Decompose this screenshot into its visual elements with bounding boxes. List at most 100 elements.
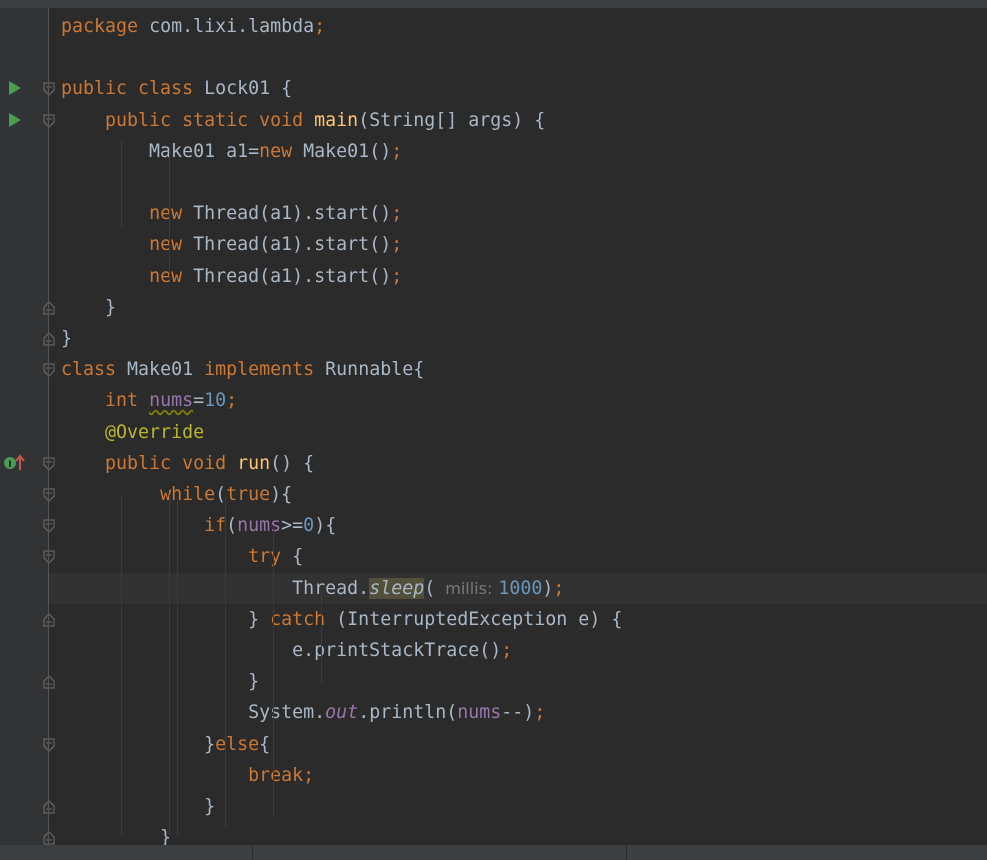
code-text: package com.lixi.lambda;: [61, 11, 325, 42]
implements-method-icon[interactable]: I: [2, 454, 26, 472]
code-token: main: [314, 109, 359, 131]
code-line[interactable]: int nums=10;: [49, 385, 987, 416]
keyword-token: catch: [270, 608, 337, 630]
code-line[interactable]: class Make01 implements Runnable{: [49, 354, 987, 385]
horizontal-scrollbar[interactable]: [0, 845, 987, 860]
code-token: --): [501, 702, 535, 724]
code-token: Lock01 {: [204, 78, 293, 100]
code-line[interactable]: }: [49, 323, 987, 354]
code-token: (String[] args) {: [358, 109, 546, 131]
code-text: public static void main(String[] args) {: [61, 105, 545, 136]
code-token: run: [237, 452, 271, 474]
code-token: Thread(a1).start(): [193, 234, 392, 256]
code-text: int nums=10;: [61, 385, 237, 416]
code-token: (InterruptedException e) {: [336, 608, 623, 630]
code-line[interactable]: } catch (InterruptedException e) {: [49, 604, 987, 635]
keyword-token: ;: [226, 390, 238, 412]
code-line[interactable]: if(nums>=0){: [49, 510, 987, 541]
editor-gutter[interactable]: I: [0, 8, 55, 845]
code-line[interactable]: Make01 a1=new Make01();: [49, 136, 987, 167]
code-line[interactable]: public void run() {: [49, 448, 987, 479]
code-token: () {: [270, 452, 315, 474]
code-text: } catch (InterruptedException e) {: [61, 604, 622, 635]
code-line[interactable]: }else{: [49, 729, 987, 760]
code-token: Make01(): [303, 140, 392, 162]
scrollbar-divider: [252, 845, 253, 860]
code-text: public void run() {: [61, 448, 314, 479]
code-token: (: [226, 515, 238, 537]
code-line[interactable]: [49, 42, 987, 73]
code-line[interactable]: while(true){: [49, 479, 987, 510]
top-tab-bar: [0, 0, 987, 8]
code-token: =: [193, 390, 205, 412]
code-editor[interactable]: package com.lixi.lambda; public class Loc…: [49, 8, 987, 848]
keyword-token: public void: [105, 452, 238, 474]
code-token: {: [259, 733, 271, 755]
code-text: @Override: [61, 417, 204, 448]
indent-guide: [121, 140, 122, 228]
indent-guide: [169, 150, 170, 280]
code-line[interactable]: }: [49, 791, 987, 822]
keyword-token: new: [259, 140, 304, 162]
code-token: Thread(a1).start(): [193, 265, 392, 287]
code-token: }: [61, 671, 260, 693]
keyword-token: break;: [248, 764, 315, 786]
keyword-token: public class: [61, 78, 205, 100]
code-token: >=: [281, 515, 304, 537]
code-line[interactable]: e.printStackTrace();: [49, 635, 987, 666]
run-icon[interactable]: [9, 81, 21, 96]
code-token: Make01 a1=: [61, 140, 260, 162]
keyword-token: try: [248, 546, 293, 568]
code-token: ): [542, 577, 554, 599]
code-token: ){: [314, 515, 337, 537]
code-text: System.out.println(nums--);: [61, 697, 545, 728]
keyword-token: ;: [314, 16, 326, 37]
code-line[interactable]: @Override: [49, 417, 987, 448]
indent-guide: [177, 500, 178, 835]
code-token: 0: [303, 515, 315, 537]
code-line[interactable]: break;: [49, 760, 987, 791]
code-line[interactable]: }: [49, 292, 987, 323]
code-token: }: [61, 796, 216, 817]
code-line[interactable]: Thread.sleep(millis: 1000);: [49, 572, 987, 604]
code-line[interactable]: public class Lock01 {: [49, 73, 987, 104]
code-text: break;: [61, 760, 314, 791]
code-token: ){: [270, 484, 293, 505]
code-token: @Override: [105, 421, 205, 443]
code-token: Thread(a1).start(): [193, 203, 392, 225]
code-text: public class Lock01 {: [61, 73, 292, 104]
keyword-token: if: [204, 515, 227, 537]
code-text: new Thread(a1).start();: [61, 261, 402, 292]
keyword-token: ;: [391, 203, 403, 225]
code-text: new Thread(a1).start();: [61, 198, 402, 229]
code-line[interactable]: new Thread(a1).start();: [49, 198, 987, 229]
keyword-token: new: [149, 265, 194, 287]
code-token: }: [61, 328, 73, 349]
code-line[interactable]: new Thread(a1).start();: [49, 229, 987, 260]
code-text: class Make01 implements Runnable{: [61, 354, 424, 385]
code-token: }: [61, 733, 216, 755]
code-line[interactable]: System.out.println(nums--);: [49, 697, 987, 728]
code-text: }: [61, 323, 72, 354]
code-line[interactable]: [49, 167, 987, 198]
run-icon[interactable]: [9, 112, 21, 127]
keyword-token: public static void: [105, 109, 315, 131]
keyword-token: ;: [501, 640, 513, 661]
code-line[interactable]: new Thread(a1).start();: [49, 261, 987, 292]
code-line[interactable]: public static void main(String[] args) {: [49, 105, 987, 136]
code-token: {: [292, 546, 304, 568]
code-line[interactable]: package com.lixi.lambda;: [49, 11, 987, 42]
indent-guide: [273, 527, 274, 817]
code-token: e.printStackTrace(): [61, 640, 502, 661]
code-token: System.: [61, 702, 326, 724]
code-line[interactable]: }: [49, 666, 987, 697]
code-line[interactable]: try {: [49, 541, 987, 572]
keyword-token: new: [149, 234, 194, 256]
code-text: }else{: [61, 729, 270, 760]
